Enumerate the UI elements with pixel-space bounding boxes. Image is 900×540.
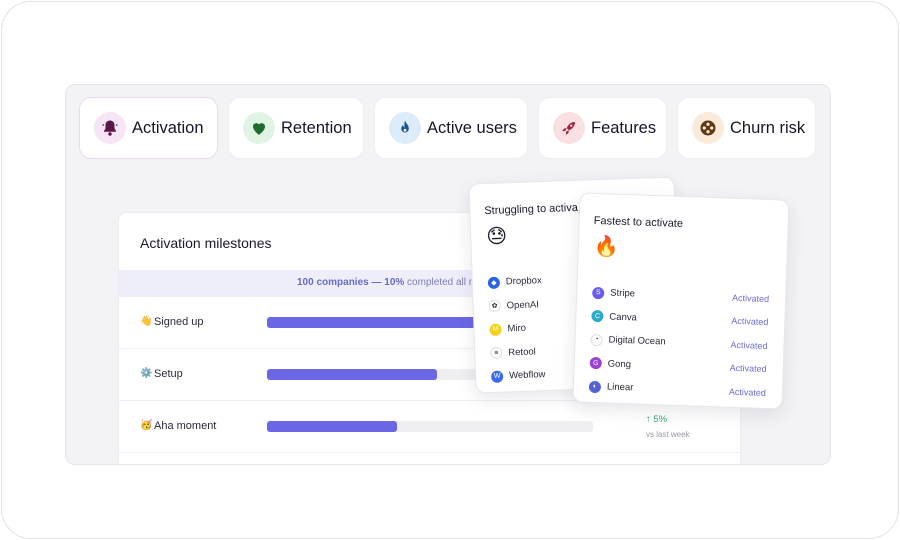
card-title: Activation milestones — [140, 235, 272, 251]
tab-retention[interactable]: Retention — [228, 97, 364, 159]
milestone-row[interactable]: 🥳 Aha moment ↑ 5% vs last week — [119, 400, 740, 452]
progress-fill — [267, 421, 398, 432]
milestone-label: Aha moment — [154, 420, 217, 432]
fastest-title: Fastest to activate — [593, 214, 684, 231]
outer-frame: Activation Retention Active users Featur… — [1, 1, 899, 539]
struggling-title: Struggling to activa — [484, 201, 579, 218]
status-badge: Activated — [729, 362, 767, 375]
status-badge: Activated — [731, 316, 769, 328]
company-name: Retool — [508, 346, 536, 359]
company-logo-icon: C — [591, 310, 604, 323]
company-name: Digital Ocean — [608, 334, 666, 348]
tab-label: Features — [591, 118, 657, 137]
tab-label: Retention — [281, 118, 352, 137]
fire-icon: 🔥 — [593, 235, 620, 259]
milestone-row — [119, 452, 740, 464]
party-face-icon: 🥳 — [140, 420, 153, 431]
company-name: Canva — [609, 311, 638, 324]
progress-fill — [267, 317, 476, 328]
summary-highlight: 100 companies — 10% — [297, 277, 405, 288]
tab-label: Churn risk — [730, 118, 806, 137]
company-logo-icon: ✿ — [488, 299, 501, 313]
company-logo-icon: ◔ — [590, 333, 603, 347]
bell-icon — [94, 112, 126, 144]
tab-active-users[interactable]: Active users — [374, 97, 528, 159]
company-logo-icon: G — [589, 357, 602, 370]
company-name: Dropbox — [505, 275, 542, 288]
milestone-label: Setup — [154, 368, 183, 380]
rocket-icon — [553, 112, 585, 144]
status-badge: Activated — [728, 386, 767, 398]
company-item[interactable]: ◐ Linear Activated — [588, 375, 771, 405]
wave-icon: 👋 — [140, 316, 153, 327]
company-name: OpenAI — [506, 299, 540, 312]
tab-activation[interactable]: Activation — [79, 97, 218, 159]
company-logo-icon: ◆ — [487, 276, 501, 289]
company-name: Linear — [606, 381, 634, 394]
gear-icon: ⚙️ — [140, 368, 153, 379]
tab-label: Active users — [427, 118, 517, 137]
flame-icon — [389, 112, 421, 144]
company-name: Webflow — [508, 369, 546, 382]
tab-label: Activation — [132, 118, 204, 137]
progress-track — [267, 421, 593, 432]
heart-icon — [243, 112, 275, 144]
trend-delta: ↑ 5% — [646, 414, 668, 425]
progress-fill — [267, 369, 437, 380]
company-logo-icon: S — [592, 286, 605, 300]
status-badge: Activated — [730, 339, 768, 351]
status-badge: Activated — [731, 292, 770, 304]
film-reel-icon — [692, 112, 724, 144]
fastest-card[interactable]: Fastest to activate 🔥 S Stripe Activated C C… — [572, 192, 790, 410]
company-name: Gong — [607, 358, 632, 371]
tab-churn-risk[interactable]: Churn risk — [677, 97, 816, 159]
company-logo-icon: ◐ — [588, 380, 602, 394]
company-logo-icon: W — [490, 370, 504, 383]
trend-caption: vs last week — [646, 430, 690, 439]
company-name: Stripe — [610, 287, 636, 300]
tab-features[interactable]: Features — [538, 97, 667, 159]
company-name: Miro — [507, 322, 527, 335]
fastest-list: S Stripe Activated C Canva Activated ◔ Digital … — [588, 281, 774, 405]
milestone-label: Signed up — [154, 316, 204, 328]
company-logo-icon: ≡ — [490, 346, 503, 360]
company-logo-icon: M — [489, 323, 502, 336]
sweat-face-icon: 😓 — [485, 225, 508, 249]
